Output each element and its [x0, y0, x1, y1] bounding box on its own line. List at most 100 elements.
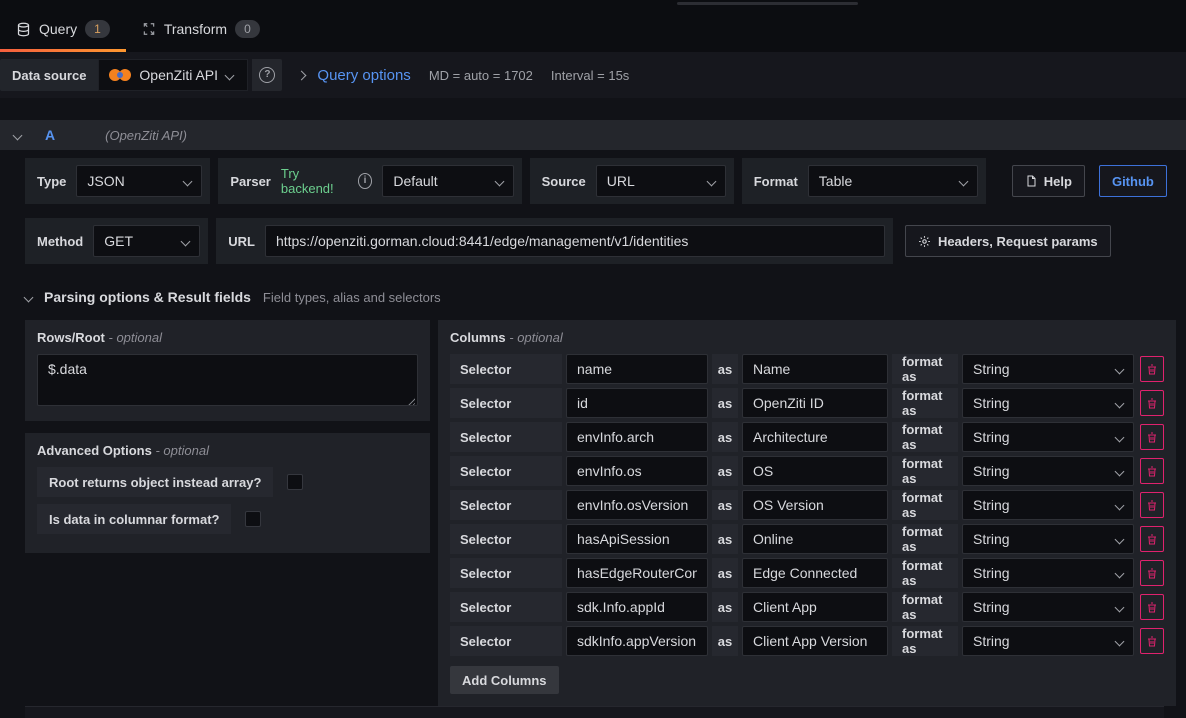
as-label: as — [712, 592, 738, 622]
url-input[interactable] — [265, 225, 885, 257]
delete-column-button[interactable] — [1140, 458, 1164, 484]
parser-field-group: Parser Try backend! i Default — [218, 158, 521, 204]
datasource-help-button[interactable]: ? — [252, 59, 282, 91]
max-data-points-text: MD = auto = 1702 — [429, 68, 533, 83]
transform-tab-label: Transform — [164, 21, 227, 37]
as-label: as — [712, 456, 738, 486]
chevron-right-icon — [297, 70, 307, 80]
delete-column-button[interactable] — [1140, 356, 1164, 382]
source-label: Source — [542, 174, 586, 189]
gear-icon — [918, 235, 931, 248]
datasource-picker[interactable]: OpenZiti API — [98, 59, 248, 91]
method-select[interactable]: GET — [93, 225, 200, 257]
column-row: Selector as format as String — [450, 388, 1164, 418]
column-format-select[interactable]: String — [962, 558, 1134, 588]
column-format-select[interactable]: String — [962, 456, 1134, 486]
column-selector-input[interactable] — [566, 524, 708, 554]
tab-transform[interactable]: Transform 0 — [126, 6, 276, 52]
format-as-label: format as — [892, 456, 958, 486]
columnar-format-label: Is data in columnar format? — [37, 504, 231, 534]
url-field-group: URL — [216, 218, 893, 264]
rows-root-title: Rows/Root - optional — [37, 330, 418, 345]
query-row-header[interactable]: A (OpenZiti API) — [0, 120, 1186, 150]
column-format-select[interactable]: String — [962, 388, 1134, 418]
info-circle-icon[interactable]: i — [358, 173, 373, 189]
rows-root-panel: Rows/Root - optional $.data — [25, 320, 430, 421]
column-selector-input[interactable] — [566, 422, 708, 452]
delete-column-button[interactable] — [1140, 526, 1164, 552]
format-as-label: format as — [892, 626, 958, 656]
column-alias-input[interactable] — [742, 388, 888, 418]
format-select[interactable]: Table — [808, 165, 978, 197]
column-selector-input[interactable] — [566, 626, 708, 656]
columnar-format-checkbox[interactable] — [245, 511, 261, 527]
column-format-select[interactable]: String — [962, 490, 1134, 520]
delete-column-button[interactable] — [1140, 492, 1164, 518]
parser-select[interactable]: Default — [382, 165, 513, 197]
bottom-divider — [25, 706, 1164, 718]
as-label: as — [712, 626, 738, 656]
collapse-chevron-icon[interactable] — [13, 130, 23, 140]
chevron-down-icon — [183, 176, 193, 186]
help-button[interactable]: Help — [1012, 165, 1085, 197]
help-button-label: Help — [1044, 174, 1072, 189]
openziti-logo-icon — [109, 68, 131, 82]
document-icon — [1025, 174, 1037, 188]
collapse-chevron-icon — [24, 292, 34, 302]
chevron-down-icon — [1115, 364, 1125, 374]
github-button[interactable]: Github — [1099, 165, 1167, 197]
query-options-toggle[interactable]: Query options — [317, 67, 410, 84]
delete-column-button[interactable] — [1140, 594, 1164, 620]
column-alias-input[interactable] — [742, 490, 888, 520]
column-selector-input[interactable] — [566, 456, 708, 486]
url-label: URL — [228, 234, 255, 249]
column-alias-input[interactable] — [742, 626, 888, 656]
advanced-option-row: Root returns object instead array? — [37, 467, 418, 497]
headers-request-params-button[interactable]: Headers, Request params — [905, 225, 1111, 257]
column-alias-input[interactable] — [742, 456, 888, 486]
type-select[interactable]: JSON — [76, 165, 202, 197]
datasource-toolbar: Data source OpenZiti API ? Query options… — [0, 52, 1186, 98]
delete-column-button[interactable] — [1140, 390, 1164, 416]
chevron-down-icon — [1115, 466, 1125, 476]
format-as-label: format as — [892, 422, 958, 452]
column-row: Selector as format as String — [450, 626, 1164, 656]
column-alias-input[interactable] — [742, 558, 888, 588]
delete-column-button[interactable] — [1140, 560, 1164, 586]
method-value: GET — [104, 233, 133, 249]
delete-column-button[interactable] — [1140, 628, 1164, 654]
column-format-select[interactable]: String — [962, 592, 1134, 622]
column-format-select[interactable]: String — [962, 354, 1134, 384]
question-circle-icon: ? — [259, 67, 275, 83]
rows-root-input[interactable]: $.data — [37, 354, 418, 406]
root-returns-object-checkbox[interactable] — [287, 474, 303, 490]
column-selector-input[interactable] — [566, 592, 708, 622]
column-format-select[interactable]: String — [962, 524, 1134, 554]
optional-label: - optional — [509, 330, 562, 345]
column-format-select[interactable]: String — [962, 626, 1134, 656]
optional-label: - optional — [109, 330, 162, 345]
column-alias-input[interactable] — [742, 422, 888, 452]
column-alias-input[interactable] — [742, 592, 888, 622]
tab-query[interactable]: Query 1 — [0, 6, 126, 52]
delete-column-button[interactable] — [1140, 424, 1164, 450]
parsing-section-toggle[interactable]: Parsing options & Result fields Field ty… — [25, 286, 1164, 308]
column-alias-input[interactable] — [742, 354, 888, 384]
source-value: URL — [607, 173, 635, 189]
column-selector-input[interactable] — [566, 490, 708, 520]
query-datasource-hint: (OpenZiti API) — [105, 128, 187, 143]
column-selector-input[interactable] — [566, 558, 708, 588]
query-tab-label: Query — [39, 21, 77, 37]
add-columns-button[interactable]: Add Columns — [450, 666, 559, 694]
chevron-down-icon — [1115, 432, 1125, 442]
advanced-options-panel: Advanced Options - optional Root returns… — [25, 433, 430, 553]
column-selector-input[interactable] — [566, 354, 708, 384]
format-as-label: format as — [892, 354, 958, 384]
format-as-label: format as — [892, 558, 958, 588]
parser-value: Default — [393, 173, 437, 189]
column-alias-input[interactable] — [742, 524, 888, 554]
column-selector-input[interactable] — [566, 388, 708, 418]
transform-count-badge: 0 — [235, 20, 260, 38]
source-select[interactable]: URL — [596, 165, 726, 197]
column-format-select[interactable]: String — [962, 422, 1134, 452]
